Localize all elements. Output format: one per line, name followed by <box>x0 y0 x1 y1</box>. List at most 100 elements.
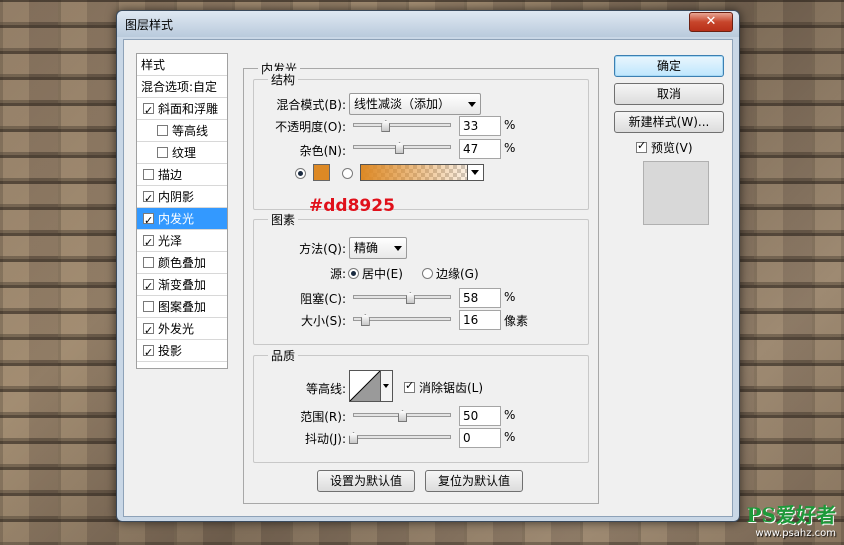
choke-slider-thumb[interactable] <box>405 292 415 304</box>
style-item-checkbox[interactable] <box>143 100 154 122</box>
style-item[interactable]: 光泽 <box>137 230 227 254</box>
inner-glow-panel: 内发光 结构 混合模式(B): 线性减淡（添加） 不透明度(O): 33 % 杂… <box>243 60 599 504</box>
quality-title: 品质 <box>268 347 299 364</box>
cancel-button[interactable]: 取消 <box>614 83 724 105</box>
style-item-checkbox[interactable] <box>143 257 154 268</box>
style-item[interactable]: 投影 <box>137 340 227 364</box>
style-item-label: 斜面和浮雕 <box>158 102 219 116</box>
chevron-down-icon <box>468 102 476 107</box>
style-item[interactable]: 内发光 <box>137 208 227 232</box>
elements-group: 图素 方法(Q): 精确 源: 居中(E) 边缘(G) 阻塞(C): 58 % … <box>253 211 589 345</box>
choke-input[interactable]: 58 <box>459 288 501 308</box>
window-title: 图层样式 <box>125 18 174 32</box>
range-slider-thumb[interactable] <box>398 410 407 422</box>
opacity-slider-thumb[interactable] <box>381 120 391 132</box>
ok-button[interactable]: 确定 <box>614 55 724 77</box>
gradient-radio[interactable] <box>342 168 353 179</box>
source-label: 源: <box>329 267 346 281</box>
opacity-label: 不透明度(O): <box>275 120 346 134</box>
contour-dropdown[interactable] <box>381 370 393 402</box>
noise-unit: % <box>504 141 516 155</box>
size-label: 大小(S): <box>300 314 346 328</box>
style-item-checkbox[interactable] <box>143 210 154 232</box>
style-item-label: 等高线 <box>172 124 209 138</box>
antialias-option[interactable]: 消除锯齿(L) <box>404 379 483 396</box>
style-item-checkbox[interactable] <box>143 188 154 210</box>
style-item[interactable]: 内阴影 <box>137 186 227 210</box>
size-input[interactable]: 16 <box>459 310 501 330</box>
style-item-label: 纹理 <box>172 146 197 160</box>
jitter-input[interactable]: 0 <box>459 428 501 448</box>
contour-label: 等高线: <box>305 382 346 396</box>
style-item-label: 投影 <box>158 344 183 358</box>
range-slider[interactable] <box>353 410 451 424</box>
styles-header[interactable]: 样式 <box>137 54 227 76</box>
make-default-button[interactable]: 设置为默认值 <box>317 470 415 492</box>
technique-label: 方法(Q): <box>299 242 346 256</box>
style-item[interactable]: 图案叠加 <box>137 296 227 318</box>
range-input[interactable]: 50 <box>459 406 501 426</box>
style-item-label: 外发光 <box>158 322 195 336</box>
solid-color-radio[interactable] <box>295 168 306 179</box>
style-item[interactable]: 渐变叠加 <box>137 274 227 298</box>
style-item-checkbox[interactable] <box>157 125 168 136</box>
style-item-label: 描边 <box>158 168 183 182</box>
close-button[interactable]: ✕ <box>689 12 733 32</box>
title-bar[interactable]: 图层样式 ✕ <box>117 11 739 37</box>
reset-default-button[interactable]: 复位为默认值 <box>425 470 523 492</box>
style-item-checkbox[interactable] <box>157 147 168 158</box>
gradient-picker[interactable] <box>360 164 484 181</box>
source-edge-radio[interactable] <box>422 268 433 279</box>
style-item-label: 渐变叠加 <box>158 278 207 292</box>
opacity-input[interactable]: 33 <box>459 116 501 136</box>
style-item-checkbox[interactable] <box>143 169 154 180</box>
noise-slider[interactable] <box>353 142 451 156</box>
size-slider-thumb[interactable] <box>360 314 370 326</box>
style-item-label: 内阴影 <box>158 190 195 204</box>
style-item[interactable]: 纹理 <box>137 142 227 164</box>
quality-group: 品质 等高线: 消除锯齿(L) 范围(R): 50 % 抖动(J): <box>253 347 589 463</box>
jitter-slider[interactable] <box>349 432 451 446</box>
style-item-checkbox[interactable] <box>143 320 154 342</box>
style-preview-thumbnail <box>643 161 709 225</box>
preview-option[interactable]: 预览(V) <box>636 139 693 156</box>
source-edge-option[interactable]: 边缘(G) <box>422 265 479 282</box>
chevron-down-icon <box>471 170 479 175</box>
antialias-checkbox[interactable] <box>404 379 415 393</box>
glow-color-swatch[interactable] <box>313 164 330 181</box>
preview-checkbox[interactable] <box>636 139 647 153</box>
technique-select[interactable]: 精确 <box>349 237 407 259</box>
style-item-label: 图案叠加 <box>158 300 207 314</box>
color-hex-annotation: #dd8925 <box>309 196 395 216</box>
style-item-checkbox[interactable] <box>143 342 154 364</box>
style-item[interactable]: 颜色叠加 <box>137 252 227 274</box>
style-item-label: 颜色叠加 <box>158 256 207 270</box>
range-label: 范围(R): <box>300 410 346 424</box>
contour-picker[interactable] <box>349 370 381 402</box>
blend-mode-select[interactable]: 线性减淡（添加） <box>349 93 481 115</box>
opacity-slider[interactable] <box>353 120 451 134</box>
style-item[interactable]: 斜面和浮雕 <box>137 98 227 122</box>
source-center-radio[interactable] <box>348 268 359 279</box>
source-center-option[interactable]: 居中(E) <box>348 265 403 282</box>
choke-slider[interactable] <box>353 292 451 306</box>
blend-mode-label: 混合模式(B): <box>276 98 346 112</box>
size-slider[interactable] <box>353 314 451 328</box>
new-style-button[interactable]: 新建样式(W)... <box>614 111 724 133</box>
jitter-label: 抖动(J): <box>305 432 346 446</box>
styles-list: 样式 混合选项:自定 斜面和浮雕等高线纹理描边内阴影内发光光泽颜色叠加渐变叠加图… <box>136 53 228 369</box>
style-item[interactable]: 外发光 <box>137 318 227 342</box>
style-item-checkbox[interactable] <box>143 276 154 298</box>
jitter-slider-thumb[interactable] <box>349 432 358 444</box>
noise-slider-thumb[interactable] <box>395 142 405 154</box>
style-item[interactable]: 描边 <box>137 164 227 186</box>
chevron-down-icon <box>383 384 389 388</box>
style-item-checkbox[interactable] <box>143 232 154 254</box>
blend-mode-value: 线性减淡（添加） <box>354 97 451 111</box>
style-item-checkbox[interactable] <box>143 301 154 312</box>
blend-options-item[interactable]: 混合选项:自定 <box>137 76 227 98</box>
structure-title: 结构 <box>268 71 299 88</box>
style-item[interactable]: 等高线 <box>137 120 227 142</box>
noise-input[interactable]: 47 <box>459 139 501 159</box>
gradient-dropdown[interactable] <box>467 165 483 180</box>
